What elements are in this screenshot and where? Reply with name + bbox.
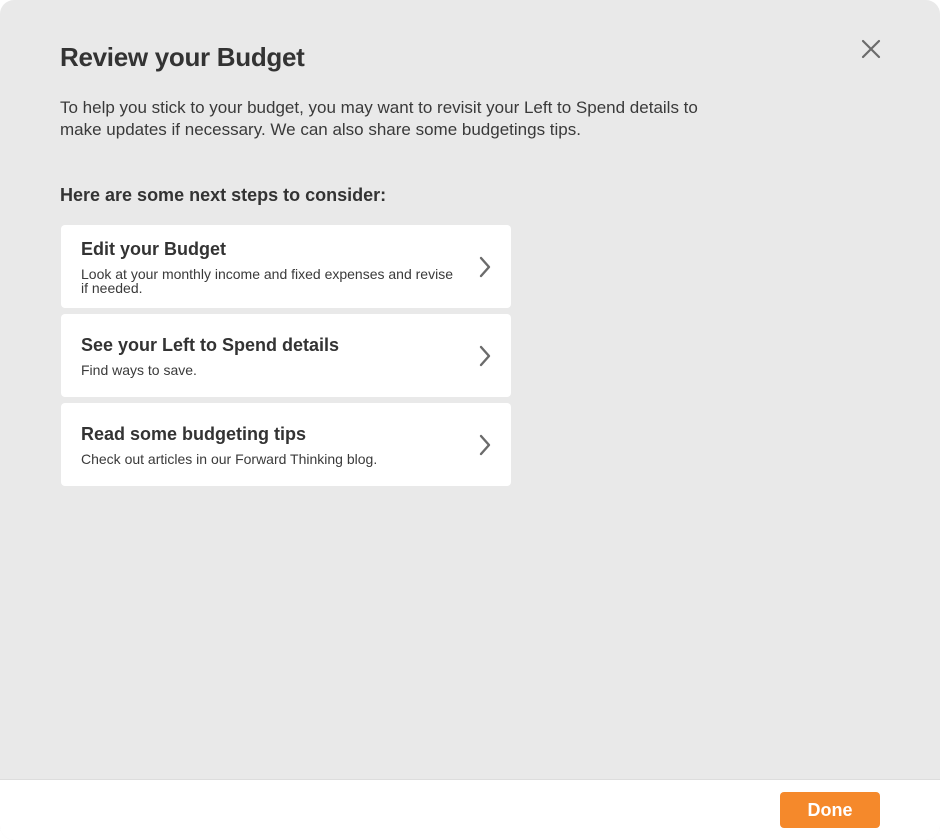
dialog-footer: Done (0, 779, 940, 840)
done-button[interactable]: Done (780, 792, 880, 828)
left-to-spend-title: See your Left to Spend details (81, 335, 340, 355)
left-to-spend-description: Find ways to save. (81, 362, 197, 378)
intro-text: To help you stick to your budget, you ma… (60, 98, 698, 139)
dialog-title: Review your Budget (60, 42, 305, 72)
close-icon (861, 39, 881, 59)
budgeting-tips-title: Read some budgeting tips (81, 424, 307, 444)
chevron-right-icon (479, 345, 491, 367)
budgeting-tips-description: Check out articles in our Forward Thinki… (81, 451, 378, 467)
review-budget-dialog: Review your Budget To help you stick to … (0, 0, 940, 840)
next-steps-heading: Here are some next steps to consider: (60, 185, 387, 205)
chevron-right-icon (479, 256, 491, 278)
edit-budget-card[interactable]: Edit your Budget Look at your monthly in… (61, 225, 511, 308)
edit-budget-description: Look at your monthly income and fixed ex… (81, 266, 453, 296)
budgeting-tips-card[interactable]: Read some budgeting tips Check out artic… (61, 403, 511, 486)
chevron-right-icon (479, 434, 491, 456)
edit-budget-title: Edit your Budget (81, 239, 226, 259)
close-button[interactable] (858, 36, 884, 62)
left-to-spend-card[interactable]: See your Left to Spend details Find ways… (61, 314, 511, 397)
